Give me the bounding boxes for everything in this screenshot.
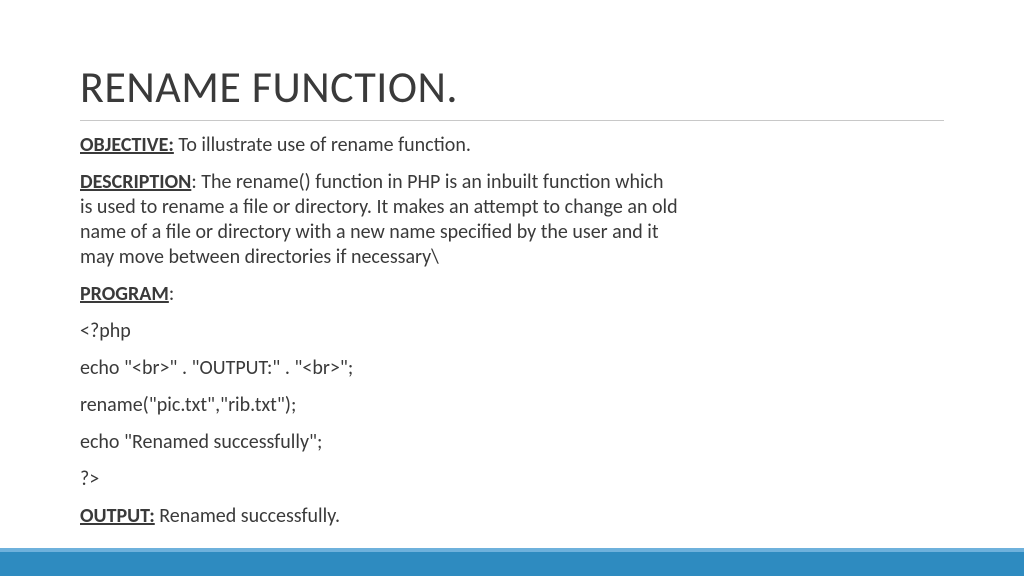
output-line: OUTPUT: Renamed successfully. — [80, 504, 680, 529]
title-underline — [80, 120, 944, 121]
footer-bar — [0, 550, 1024, 576]
code-line-5: ?> — [80, 467, 680, 492]
program-label: PROGRAM — [80, 282, 169, 306]
description-label: DESCRIPTION — [80, 170, 191, 194]
code-line-4: echo "Renamed successfully"; — [80, 430, 680, 455]
output-label: OUTPUT: — [80, 504, 155, 528]
code-line-1: <?php — [80, 319, 680, 344]
objective-text: To illustrate use of rename function. — [174, 133, 471, 157]
slide: RENAME FUNCTION. OBJECTIVE: To illustrat… — [0, 0, 1024, 576]
program-label-line: PROGRAM: — [80, 282, 680, 307]
output-text: Renamed successfully. — [155, 504, 340, 528]
code-line-3: rename("pic.txt","rib.txt"); — [80, 393, 680, 418]
code-line-2: echo "<br>" . "OUTPUT:" . "<br>"; — [80, 356, 680, 381]
body-content: OBJECTIVE: To illustrate use of rename f… — [80, 133, 680, 529]
objective-line: OBJECTIVE: To illustrate use of rename f… — [80, 133, 680, 158]
program-colon: : — [169, 282, 174, 306]
objective-label: OBJECTIVE: — [80, 133, 174, 157]
description-line: DESCRIPTION: The rename() function in PH… — [80, 170, 680, 270]
footer-main — [0, 552, 1024, 576]
page-title: RENAME FUNCTION. — [80, 60, 944, 114]
